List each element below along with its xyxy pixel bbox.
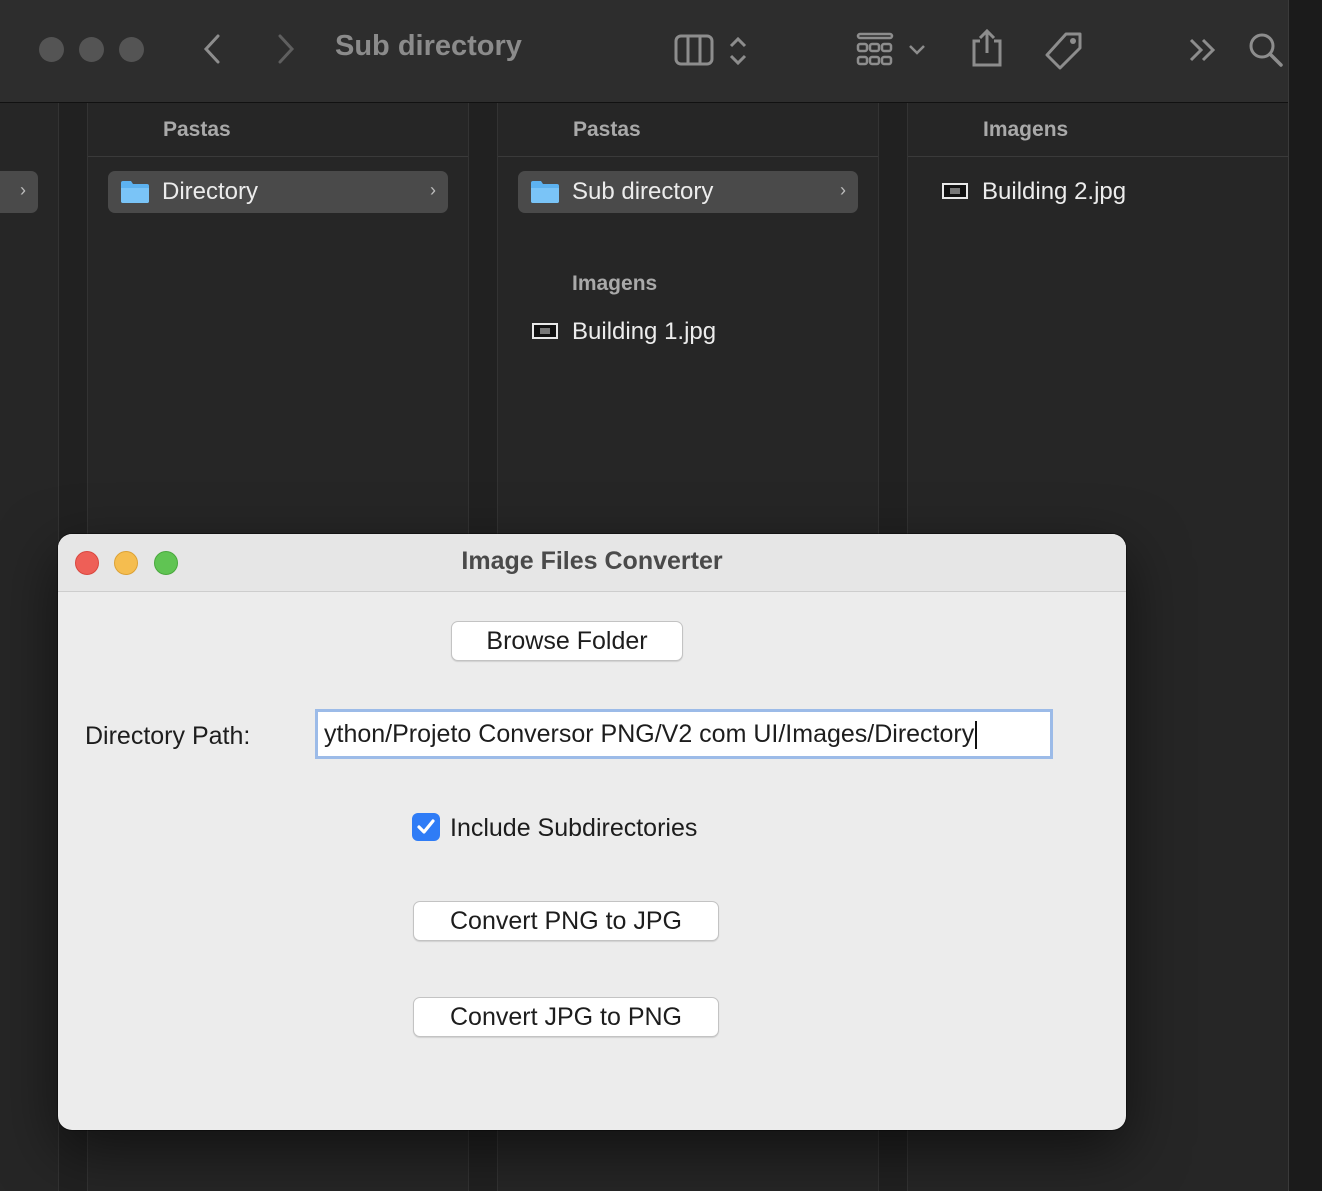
directory-path-value: ython/Projeto Conversor PNG/V2 com UI/Im… [324, 720, 975, 748]
finder-toolbar: Sub directory [0, 0, 1321, 103]
image-file-icon [532, 323, 558, 339]
minimize-button-inactive[interactable] [79, 37, 104, 62]
view-options-chevron-icon[interactable] [728, 35, 748, 67]
dialog-title: Image Files Converter [461, 547, 723, 575]
more-icon[interactable] [1187, 36, 1219, 64]
partial-selected-row[interactable]: › [0, 171, 38, 213]
finder-column-partial: › [0, 103, 58, 1191]
folder-row-sub-directory[interactable]: Sub directory › [518, 171, 858, 213]
column-header: Pastas [88, 103, 468, 157]
convert-png-to-jpg-button[interactable]: Convert PNG to JPG [413, 901, 719, 941]
dialog-titlebar: Image Files Converter [58, 534, 1126, 592]
share-icon[interactable] [970, 27, 1004, 69]
chevron-right-icon: › [430, 180, 436, 200]
zoom-button-inactive[interactable] [119, 37, 144, 62]
tag-icon[interactable] [1044, 30, 1086, 72]
converter-window: Image Files Converter Browse Folder Dire… [58, 534, 1126, 1130]
close-button-inactive[interactable] [39, 37, 64, 62]
section-header-imagens: Imagens [572, 272, 658, 295]
window-edge [1288, 0, 1322, 1191]
folder-icon [121, 181, 149, 203]
include-subdirectories-label: Include Subdirectories [450, 814, 698, 842]
image-file-icon [942, 183, 968, 199]
column-header: Pastas [498, 103, 878, 157]
window-title: Sub directory [335, 30, 522, 62]
group-icon[interactable] [856, 32, 928, 68]
column-header: Imagens [908, 103, 1288, 157]
chevron-right-icon: › [840, 180, 846, 200]
forward-icon[interactable] [272, 32, 298, 66]
file-row-building-1[interactable]: Building 1.jpg [518, 311, 858, 353]
file-row-building-2[interactable]: Building 2.jpg [928, 171, 1268, 213]
browse-folder-button[interactable]: Browse Folder [451, 621, 683, 661]
folder-icon [531, 181, 559, 203]
back-icon[interactable] [200, 32, 226, 66]
include-subdirectories-checkbox[interactable] [412, 813, 440, 841]
directory-path-input[interactable]: ython/Projeto Conversor PNG/V2 com UI/Im… [315, 709, 1053, 759]
search-icon[interactable] [1248, 32, 1284, 68]
checkmark-icon [417, 819, 435, 834]
convert-jpg-to-png-button[interactable]: Convert JPG to PNG [413, 997, 719, 1037]
folder-row-directory[interactable]: Directory › [108, 171, 448, 213]
directory-path-label: Directory Path: [85, 722, 251, 750]
column-view-icon[interactable] [674, 33, 716, 67]
text-caret [975, 721, 978, 750]
